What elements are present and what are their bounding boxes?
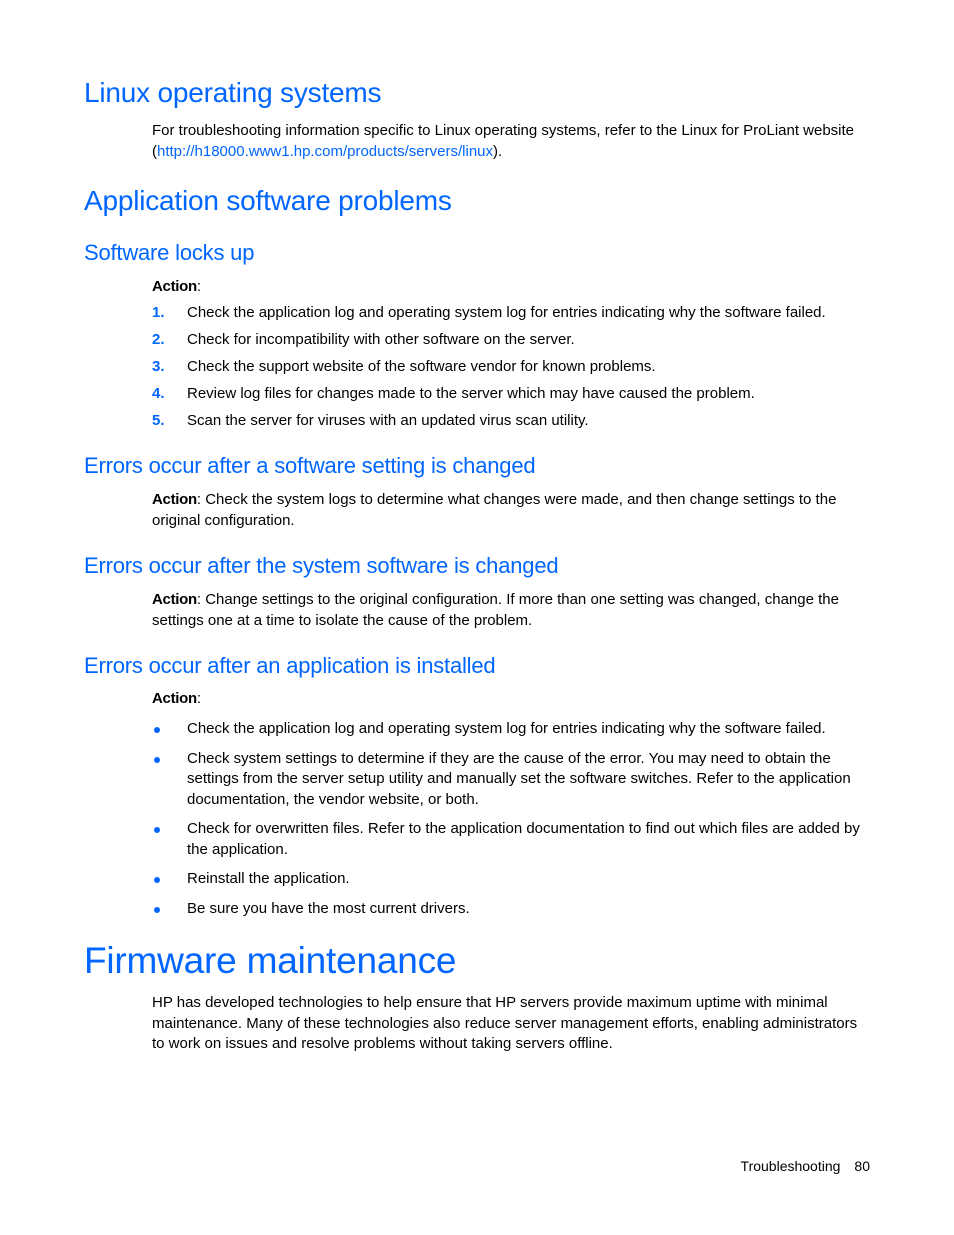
list-item: 2. Check for incompatibility with other s…: [152, 330, 872, 351]
step-text: Check for incompatibility with other sof…: [187, 331, 575, 348]
list-item: 1. Check the application log and operatin…: [152, 303, 872, 324]
step-text: Scan the server for viruses with an upda…: [187, 412, 589, 429]
footer-section: Troubleshooting: [740, 1158, 841, 1174]
linux-proliant-link[interactable]: http://h18000.www1.hp.com/products/serve…: [157, 143, 493, 160]
list-item: Check for overwritten files. Refer to th…: [152, 819, 872, 860]
list-item: Check system settings to determine if th…: [152, 749, 872, 811]
app-installed-bullets: Check the application log and operating …: [152, 719, 872, 919]
list-item: Reinstall the application.: [152, 869, 872, 890]
heading-linux-operating-systems: Linux operating systems: [84, 77, 382, 108]
bullet-icon: [154, 727, 160, 733]
action-label: Action: [152, 491, 197, 508]
bullet-text: Check the application log and operating …: [187, 720, 826, 737]
page-footer: Troubleshooting 80: [741, 1158, 870, 1174]
list-item: Be sure you have the most current driver…: [152, 899, 872, 920]
action-label: Action: [152, 690, 197, 707]
step-text: Check the application log and operating …: [187, 304, 826, 321]
step-number: 1.: [152, 304, 165, 321]
heading-errors-setting-changed: Errors occur after a software setting is…: [84, 453, 536, 478]
bullet-text: Reinstall the application.: [187, 870, 350, 887]
bullet-icon: [154, 756, 160, 763]
action-label: Action: [152, 591, 197, 608]
step-number: 4.: [152, 385, 165, 402]
software-locks-action: Action:: [152, 278, 202, 295]
system-software-changed-paragraph: Action: Change settings to the original …: [152, 590, 872, 631]
bullet-icon: [154, 906, 160, 913]
heading-errors-application-installed: Errors occur after an application is ins…: [84, 653, 496, 678]
heading-software-locks-up: Software locks up: [84, 240, 255, 265]
bullet-text: Be sure you have the most current driver…: [187, 899, 470, 917]
bullet-text: Check system settings to determine if th…: [187, 749, 851, 808]
bullet-text: Check for overwritten files. Refer to th…: [187, 820, 860, 858]
step-number: 2.: [152, 331, 165, 348]
list-item: 5. Scan the server for viruses with an up…: [152, 411, 872, 432]
step-text: Check the support website of the softwar…: [187, 358, 656, 375]
heading-errors-system-software-changed: Errors occur after the system software i…: [84, 553, 559, 578]
setting-changed-paragraph: Action: Check the system logs to determi…: [152, 490, 872, 531]
step-text: Review log files for changes made to the…: [187, 385, 755, 402]
page-number: 80: [854, 1158, 870, 1174]
software-locks-steps: 1. Check the application log and operatin…: [152, 303, 872, 432]
system-software-changed-text: : Change settings to the original config…: [152, 591, 839, 629]
step-number: 3.: [152, 358, 165, 375]
heading-firmware-maintenance: Firmware maintenance: [84, 940, 457, 981]
linux-text-end: ).: [493, 142, 503, 160]
linux-paragraph: For troubleshooting information specific…: [152, 121, 872, 162]
bullet-icon: [154, 877, 160, 883]
list-item: 4. Review log files for changes made to t…: [152, 384, 872, 405]
step-number: 5.: [152, 412, 165, 429]
setting-changed-text: : Check the system logs to determine wha…: [152, 491, 837, 529]
heading-application-software-problems: Application software problems: [84, 185, 452, 216]
app-installed-action: Action:: [152, 690, 202, 707]
firmware-paragraph: HP has developed technologies to help en…: [152, 994, 858, 1052]
action-label: Action: [152, 278, 197, 295]
list-item: 3. Check the support website of the softw…: [152, 357, 872, 378]
list-item: Check the application log and operating …: [152, 719, 872, 740]
bullet-icon: [154, 827, 160, 833]
